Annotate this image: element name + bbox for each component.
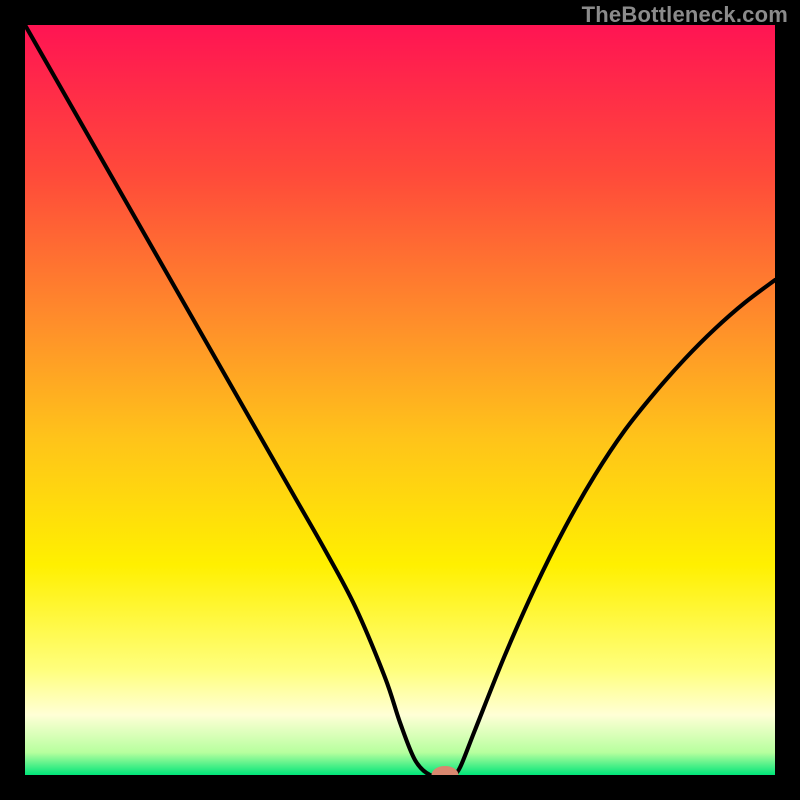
chart-background — [25, 25, 775, 775]
chart-container: { "watermark": "TheBottleneck.com", "cha… — [0, 0, 800, 800]
bottleneck-chart — [25, 25, 775, 775]
watermark-text: TheBottleneck.com — [582, 2, 788, 28]
